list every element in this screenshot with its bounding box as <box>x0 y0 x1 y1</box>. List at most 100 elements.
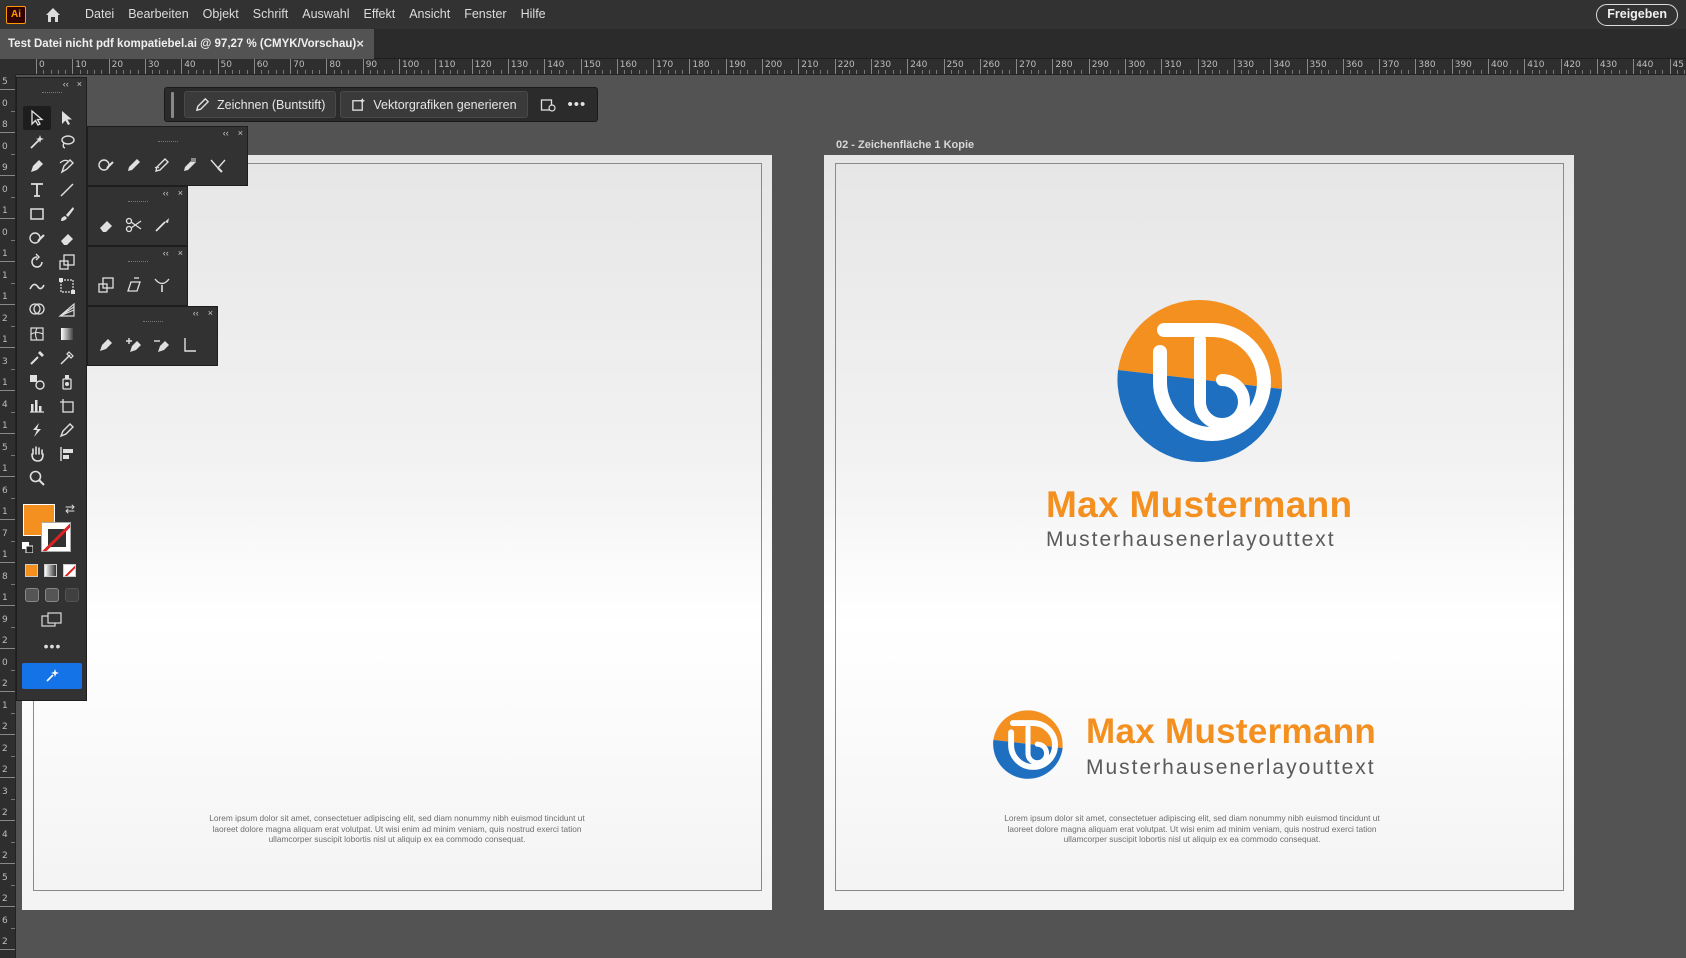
column-graph-tool-icon[interactable] <box>23 394 51 418</box>
draw-inside-icon[interactable] <box>65 588 79 602</box>
image-settings-icon[interactable] <box>538 95 558 115</box>
add-anchor-point-tool-icon[interactable] <box>120 333 148 357</box>
rotate-tool-icon[interactable] <box>23 250 51 274</box>
ruler-corner[interactable] <box>0 59 16 75</box>
warp-tool-icon[interactable] <box>23 274 51 298</box>
share-button[interactable]: Freigeben <box>1596 4 1678 26</box>
type-tool-icon[interactable] <box>23 178 51 202</box>
reshape-tool-icon[interactable] <box>148 273 176 297</box>
pen-tool-icon[interactable] <box>23 154 51 178</box>
menu-ansicht[interactable]: Ansicht <box>402 0 457 29</box>
scale-tool-icon[interactable] <box>53 250 81 274</box>
shape-builder-tool-icon[interactable] <box>23 298 51 322</box>
edit-toolbar-icon[interactable]: ••• <box>17 638 88 654</box>
document-tab[interactable]: Test Datei nicht pdf kompatiebel.ai @ 97… <box>0 29 374 59</box>
artboard-2-lorem-text[interactable]: Lorem ipsum dolor sit amet, consectetuer… <box>982 813 1402 845</box>
eraser-tool-icon[interactable] <box>53 226 81 250</box>
stroke-color-swatch[interactable] <box>41 522 71 552</box>
path-eraser-tool-icon[interactable] <box>176 153 204 177</box>
default-fill-stroke-icon[interactable] <box>22 542 33 553</box>
more-options-icon[interactable]: ••• <box>568 96 587 113</box>
mesh-tool-icon[interactable] <box>23 322 51 346</box>
home-icon[interactable] <box>42 4 64 26</box>
smooth-tool-icon[interactable] <box>148 153 176 177</box>
curvature-tool-icon[interactable] <box>53 154 81 178</box>
paintbrush-tool-icon[interactable] <box>53 202 81 226</box>
close-panel-icon[interactable]: × <box>178 247 183 259</box>
brand-logo-mark-small[interactable] <box>990 707 1066 783</box>
brand-logo-mark-large[interactable] <box>1110 292 1290 472</box>
perspective-grid-tool-icon[interactable] <box>53 298 81 322</box>
shaper-tool-icon[interactable] <box>23 226 51 250</box>
pen-tool-icon[interactable] <box>92 333 120 357</box>
menu-hilfe[interactable]: Hilfe <box>514 0 553 29</box>
menu-objekt[interactable]: Objekt <box>196 0 246 29</box>
rectangle-tool-icon[interactable] <box>23 202 51 226</box>
anchor-point-tool-icon[interactable] <box>176 333 204 357</box>
pencil-tool-icon[interactable] <box>120 153 148 177</box>
magic-wand-tool-icon[interactable] <box>23 130 51 154</box>
draw-normal-icon[interactable] <box>25 588 39 602</box>
menu-datei[interactable]: Datei <box>78 0 121 29</box>
close-panel-icon[interactable]: × <box>178 187 183 199</box>
shear-tool-icon[interactable] <box>120 273 148 297</box>
eraser-tool-icon[interactable] <box>92 213 120 237</box>
brand-tagline-large[interactable]: Musterhausenerlayouttext <box>1046 528 1336 552</box>
line-segment-tool-icon[interactable] <box>53 178 81 202</box>
generate-vectors-button[interactable]: Vektorgrafiken generieren <box>340 91 528 118</box>
join-tool-icon[interactable] <box>204 153 232 177</box>
retype-tool-icon[interactable] <box>53 418 81 442</box>
measure-tool-icon[interactable] <box>53 346 81 370</box>
panel-grip[interactable] <box>41 92 62 102</box>
color-mode-icon[interactable] <box>25 564 38 577</box>
shaper-tool-icon[interactable] <box>92 153 120 177</box>
blend-tool-icon[interactable] <box>23 370 51 394</box>
scissors-tool-icon[interactable] <box>120 213 148 237</box>
direct-selection-tool-icon[interactable] <box>53 106 81 130</box>
task-bar-grip[interactable] <box>171 91 174 118</box>
collapse-panel-icon[interactable]: ‹‹ <box>193 307 199 319</box>
close-panel-icon[interactable]: × <box>238 127 243 139</box>
collapse-panel-icon[interactable]: ‹‹ <box>223 127 229 139</box>
knife-tool-icon[interactable] <box>148 213 176 237</box>
horizontal-ruler[interactable]: 0 10 20 30 40 50 60 70 80 90 100 110 120 130 140 150 160… <box>16 59 1686 75</box>
hand-tool-icon[interactable] <box>23 442 51 466</box>
vertical-ruler[interactable]: 5 0 8 0 9 0 1 0 1 1 1 2 1 3 1 4 1 5 1 6 1 7 1 8 1 9 2 0 2 1 2 2 2 3 2 4 2 5 2 6… <box>0 75 16 958</box>
swap-fill-stroke-icon[interactable]: ⇄ <box>65 502 75 516</box>
draw-behind-icon[interactable] <box>45 588 59 602</box>
ruler-tick: 410 <box>1524 59 1544 74</box>
scale-tool-icon[interactable] <box>92 273 120 297</box>
none-mode-icon[interactable] <box>63 564 76 577</box>
menu-effekt[interactable]: Effekt <box>356 0 402 29</box>
collapse-panel-icon[interactable]: ‹‹ <box>163 247 169 259</box>
brand-tagline-small[interactable]: Musterhausenerlayouttext <box>1086 756 1376 780</box>
collapse-panel-icon[interactable]: ‹‹ <box>163 187 169 199</box>
delete-anchor-point-tool-icon[interactable] <box>148 333 176 357</box>
selection-tool-icon[interactable] <box>23 106 51 130</box>
brand-name-small[interactable]: Max Mustermann <box>1086 712 1376 752</box>
lasso-tool-icon[interactable] <box>53 130 81 154</box>
menu-bearbeiten[interactable]: Bearbeiten <box>121 0 195 29</box>
symbol-sprayer-tool-icon[interactable] <box>53 370 81 394</box>
close-panel-icon[interactable]: × <box>77 78 82 90</box>
menu-fenster[interactable]: Fenster <box>457 0 513 29</box>
generative-ai-button[interactable] <box>22 663 82 689</box>
collapse-panel-icon[interactable]: ‹‹ <box>63 78 69 90</box>
zoom-tool-icon[interactable] <box>23 466 51 490</box>
artboard-tool-icon[interactable] <box>53 394 81 418</box>
artboard-1-lorem-text[interactable]: Lorem ipsum dolor sit amet, consectetuer… <box>187 813 607 845</box>
brand-name-large[interactable]: Max Mustermann <box>1046 484 1352 526</box>
draw-pencil-button[interactable]: Zeichnen (Buntstift) <box>184 91 337 118</box>
menu-auswahl[interactable]: Auswahl <box>295 0 356 29</box>
close-tab-icon[interactable]: × <box>356 36 364 51</box>
align-tool-icon[interactable] <box>53 442 81 466</box>
eyedropper-tool-icon[interactable] <box>23 346 51 370</box>
menu-schrift[interactable]: Schrift <box>246 0 295 29</box>
artboard-2-label[interactable]: 02 - Zeichenfläche 1 Kopie <box>836 139 974 151</box>
slice-tool-icon[interactable] <box>23 418 51 442</box>
gradient-mode-icon[interactable] <box>44 564 57 577</box>
screen-mode-icon[interactable] <box>41 612 63 628</box>
close-panel-icon[interactable]: × <box>208 307 213 319</box>
gradient-tool-icon[interactable] <box>53 322 81 346</box>
free-transform-tool-icon[interactable] <box>53 274 81 298</box>
